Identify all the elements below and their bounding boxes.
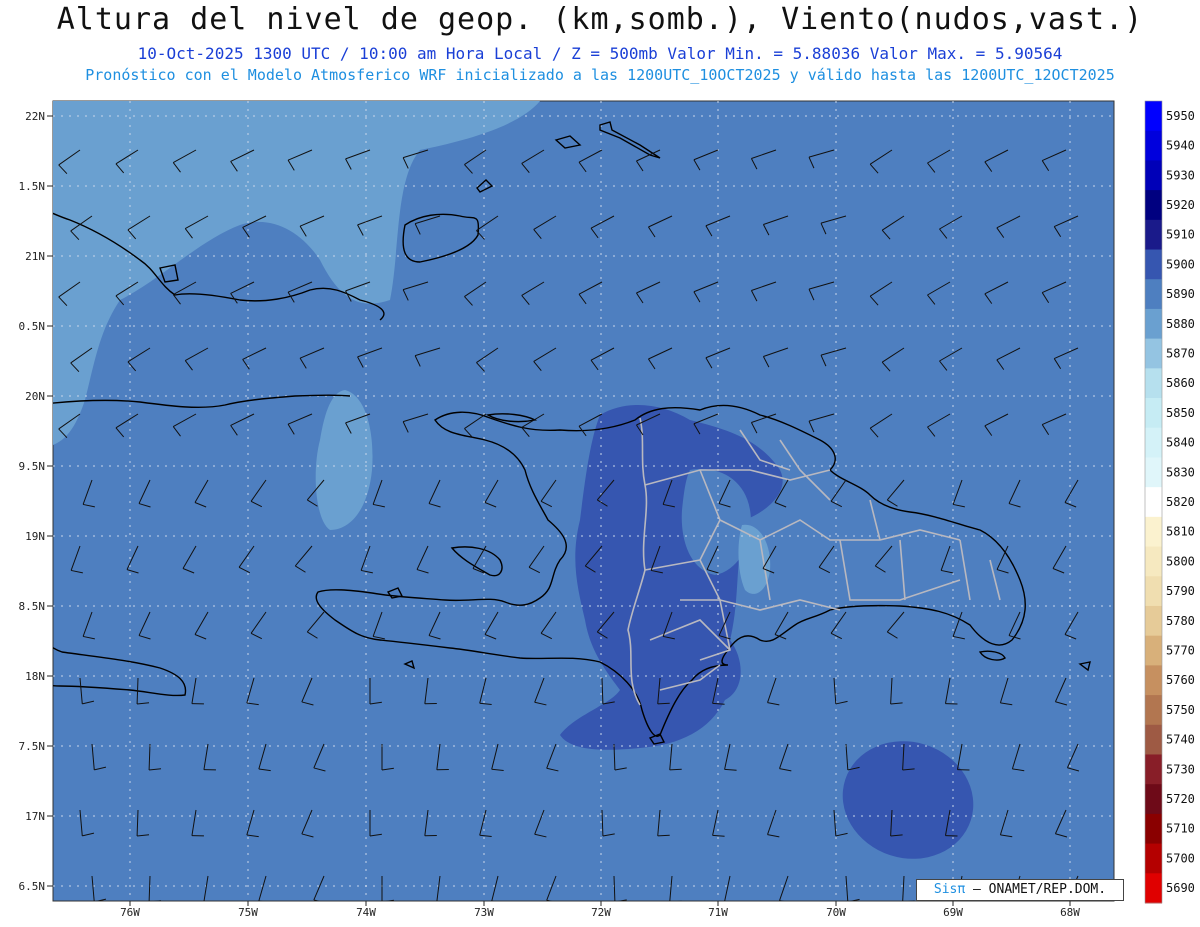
colorbar-swatch [1145, 754, 1162, 785]
forecast-map: 22N 1.5N 21N 0.5N 20N 9.5N 19N 8.5N 18N 7.5N 17N 6.… [19, 100, 1195, 919]
colorbar-label: 5850 [1166, 406, 1195, 420]
colorbar-label: 5830 [1166, 465, 1195, 479]
colorbar-swatch [1145, 784, 1162, 815]
colorbar-label: 5860 [1166, 376, 1195, 390]
lon-label: 74W [356, 906, 376, 919]
colorbar-label: 5770 [1166, 644, 1195, 658]
colorbar-label: 5720 [1166, 792, 1195, 806]
latitude-labels: 22N 1.5N 21N 0.5N 20N 9.5N 19N 8.5N 18N 7.5N 17N 6.… [19, 110, 53, 893]
lon-label: 71W [708, 906, 728, 919]
lon-label: 69W [943, 906, 963, 919]
colorbar-label: 5840 [1166, 436, 1195, 450]
colorbar-label: 5820 [1166, 495, 1195, 509]
colorbar-label: 5870 [1166, 346, 1195, 360]
colorbar-label: 5880 [1166, 317, 1195, 331]
colorbar-label: 5740 [1166, 733, 1195, 747]
colorbar-swatch [1145, 516, 1162, 548]
colorbar-swatch [1145, 843, 1162, 874]
credit-text: – ONAMET/REP.DOM. [973, 882, 1107, 897]
colorbar-swatch [1145, 695, 1162, 726]
colorbar-swatch [1145, 249, 1162, 280]
colorbar-label: 5920 [1166, 198, 1195, 212]
colorbar-swatch [1145, 576, 1162, 607]
colorbar-label: 5730 [1166, 762, 1195, 776]
colorbar-swatch [1145, 160, 1162, 191]
colorbar: 5950 5940 5930 5920 5910 5900 5890 5880 5870 5860… [1144, 100, 1195, 904]
colorbar-label: 5910 [1166, 228, 1195, 242]
colorbar-swatch [1145, 190, 1162, 221]
colorbar-label: 5800 [1166, 554, 1195, 568]
colorbar-swatch [1145, 130, 1162, 161]
colorbar-swatch [1145, 635, 1162, 666]
colorbar-label: 5760 [1166, 673, 1195, 687]
lat-label: 7.5N [19, 740, 46, 753]
lat-label: 17N [25, 810, 45, 823]
credit-box: Sisπ – ONAMET/REP.DOM. [916, 879, 1124, 901]
lat-label: 22N [25, 110, 45, 123]
colorbar-label: 5750 [1166, 703, 1195, 717]
colorbar-label: 5950 [1166, 109, 1195, 123]
lat-label: 0.5N [19, 320, 46, 333]
lat-label: 6.5N [19, 880, 46, 893]
lat-label: 20N [25, 390, 45, 403]
colorbar-label: 5940 [1166, 139, 1195, 153]
colorbar-label: 5790 [1166, 584, 1195, 598]
lon-label: 70W [826, 906, 846, 919]
colorbar-swatch [1145, 546, 1162, 577]
colorbar-swatch [1145, 368, 1162, 399]
lat-label: 21N [25, 250, 45, 263]
lat-label: 1.5N [19, 180, 46, 193]
colorbar-swatch [1145, 813, 1162, 845]
colorbar-swatch [1145, 219, 1162, 251]
colorbar-swatch [1145, 605, 1162, 637]
lon-label: 75W [238, 906, 258, 919]
longitude-labels: 76W 75W 74W 73W 72W 71W 70W 69W 68W [120, 901, 1080, 919]
colorbar-swatch [1145, 308, 1162, 340]
colorbar-label: 5710 [1166, 822, 1195, 836]
colorbar-swatch [1145, 338, 1162, 369]
colorbar-swatch [1145, 101, 1162, 132]
lat-label: 8.5N [19, 600, 46, 613]
colorbar-swatch [1145, 873, 1162, 904]
lon-label: 73W [474, 906, 494, 919]
credit-brand: Sisπ [933, 882, 966, 897]
colorbar-label: 5700 [1166, 851, 1195, 865]
colorbar-label: 5690 [1166, 881, 1195, 895]
lat-label: 9.5N [19, 460, 46, 473]
colorbar-label: 5810 [1166, 525, 1195, 539]
colorbar-swatch [1145, 487, 1162, 518]
lon-label: 72W [591, 906, 611, 919]
colorbar-swatch [1145, 665, 1162, 696]
lat-label: 18N [25, 670, 45, 683]
colorbar-swatch [1145, 457, 1162, 488]
lon-label: 76W [120, 906, 140, 919]
colorbar-swatch [1145, 724, 1162, 755]
lon-label: 68W [1060, 906, 1080, 919]
colorbar-swatch [1145, 279, 1162, 310]
colorbar-label: 5890 [1166, 287, 1195, 301]
colorbar-swatch [1145, 398, 1162, 429]
lat-label: 19N [25, 530, 45, 543]
colorbar-label: 5780 [1166, 614, 1195, 628]
colorbar-label: 5900 [1166, 257, 1195, 271]
colorbar-swatch [1145, 427, 1162, 458]
colorbar-label: 5930 [1166, 168, 1195, 182]
